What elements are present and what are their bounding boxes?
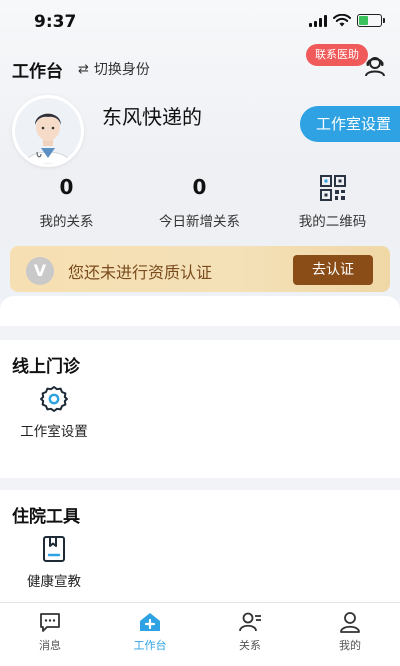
profile-icon	[340, 612, 360, 633]
battery-level	[359, 16, 369, 25]
gear-icon	[40, 386, 68, 412]
verified-badge-icon: V	[26, 257, 54, 285]
section-title: 住院工具	[12, 507, 80, 527]
battery-icon	[357, 14, 385, 27]
tab-profile[interactable]: 我的	[300, 603, 400, 666]
tool-health-education[interactable]: 健康宣教	[12, 532, 96, 590]
certification-message: 您还未进行资质认证	[68, 263, 213, 282]
tab-label: 工作台	[133, 639, 167, 652]
stat-label: 我的关系	[39, 214, 94, 230]
switch-identity-button[interactable]: ⇄ 切换身份	[78, 59, 150, 79]
empty-card	[0, 296, 400, 326]
stat-my-relations[interactable]: 0 我的关系	[0, 172, 133, 234]
stat-my-qr-code[interactable]: 我的二维码	[266, 172, 399, 234]
home-plus-icon	[140, 613, 160, 631]
stat-value: 0	[59, 175, 74, 199]
page-title: 工作台	[12, 62, 63, 82]
customer-service-icon[interactable]	[363, 54, 387, 78]
stat-label: 今日新增关系	[159, 214, 240, 230]
tab-messages[interactable]: 消息	[0, 603, 100, 666]
tool-studio-settings[interactable]: 工作室设置	[12, 382, 96, 440]
section-online-clinic: 线上门诊 工作室设置	[0, 340, 400, 478]
message-icon	[40, 613, 60, 632]
avatar[interactable]	[12, 95, 84, 167]
bottom-tab-bar: 消息 工作台 关系 我的	[0, 602, 400, 666]
qr-code-icon	[319, 175, 346, 201]
stats-row: 0 我的关系 0 今日新增关系 我的二维码	[0, 172, 400, 234]
tab-workbench[interactable]: 工作台	[100, 603, 200, 666]
section-inpatient-tools: 住院工具 健康宣教	[0, 490, 400, 602]
stat-value: 0	[192, 175, 207, 199]
stat-new-relations-today[interactable]: 0 今日新增关系	[133, 172, 266, 234]
tab-relations[interactable]: 关系	[200, 603, 300, 666]
cellular-signal-icon	[309, 14, 327, 27]
tab-label: 关系	[239, 639, 261, 652]
tab-label: 消息	[39, 639, 61, 652]
bookmark-book-icon	[43, 536, 65, 562]
wifi-icon	[333, 14, 351, 27]
stat-label: 我的二维码	[298, 214, 367, 230]
status-bar: 9:37	[0, 0, 400, 44]
doctor-name: 东风快递的	[102, 105, 202, 129]
status-time: 9:37	[34, 12, 77, 32]
studio-settings-button[interactable]: 工作室设置	[300, 106, 400, 142]
certification-banner: V 您还未进行资质认证 去认证	[10, 246, 390, 292]
status-icons	[309, 14, 385, 27]
tab-label: 我的	[339, 639, 361, 652]
doctor-avatar-icon	[15, 98, 81, 164]
relations-icon	[239, 612, 261, 632]
contact-assistant-badge[interactable]: 联系医助	[306, 44, 368, 66]
swap-arrows-icon: ⇄	[78, 61, 89, 77]
section-title: 线上门诊	[12, 357, 80, 377]
switch-identity-label: 切换身份	[93, 62, 150, 78]
go-certify-button[interactable]: 去认证	[293, 255, 373, 285]
tool-label: 健康宣教	[27, 574, 81, 590]
tool-label: 工作室设置	[20, 424, 88, 440]
